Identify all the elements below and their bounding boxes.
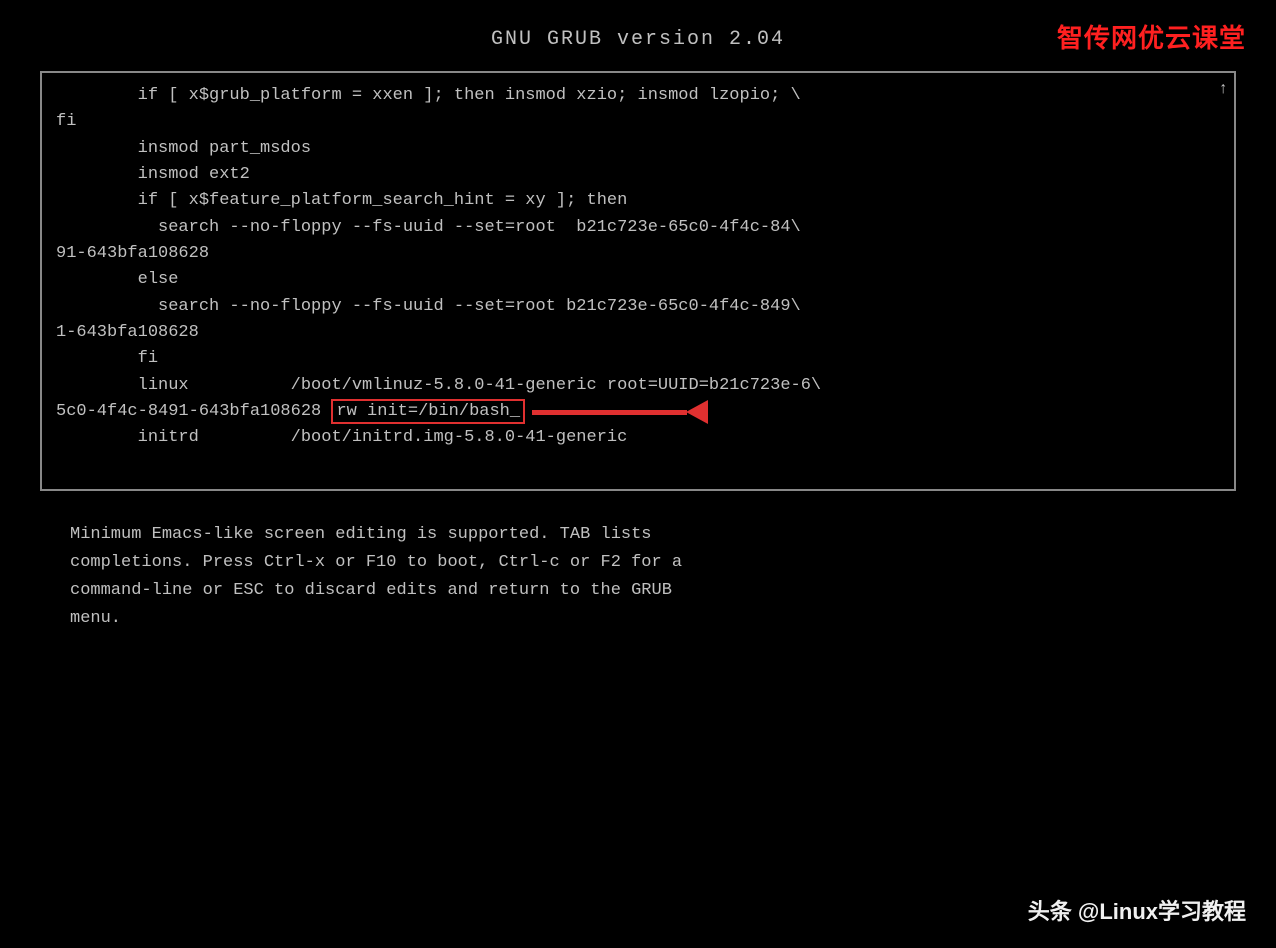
code-line-0: if [ x$grub_platform = xxen ]; then insm… [56, 83, 1220, 109]
code-line-1: fi [56, 109, 1220, 135]
description-area: Minimum Emacs-like screen editing is sup… [70, 521, 1206, 633]
highlighted-command: rw init=/bin/bash_ [331, 399, 525, 424]
code-line-5: search --no-floppy --fs-uuid --set=root … [56, 215, 1220, 241]
scrollbar-up-icon: ↑ [1218, 77, 1228, 102]
terminal-box: ↑ if [ x$grub_platform = xxen ]; then in… [40, 71, 1236, 491]
code-line-2: insmod part_msdos [56, 136, 1220, 162]
code-line-3: insmod ext2 [56, 162, 1220, 188]
code-line-6: 91-643bfa108628 [56, 241, 1220, 267]
top-watermark: 智传网优云课堂 [1057, 18, 1246, 55]
code-line-10: fi [56, 346, 1220, 372]
description-text: Minimum Emacs-like screen editing is sup… [70, 521, 1206, 633]
code-line-11: linux /boot/vmlinuz-5.8.0-41-generic roo… [56, 373, 1220, 399]
code-line-8: search --no-floppy --fs-uuid --set=root … [56, 294, 1220, 320]
code-line-13: initrd /boot/initrd.img-5.8.0-41-generic [56, 425, 1220, 451]
code-line-7: else [56, 267, 1220, 293]
code-line-9: 1-643bfa108628 [56, 320, 1220, 346]
code-line-4: if [ x$feature_platform_search_hint = xy… [56, 188, 1220, 214]
code-line-12: 5c0-4f4c-8491-643bfa108628 rw init=/bin/… [56, 399, 1220, 425]
footer-watermark: 头条 @Linux学习教程 [1028, 894, 1246, 926]
